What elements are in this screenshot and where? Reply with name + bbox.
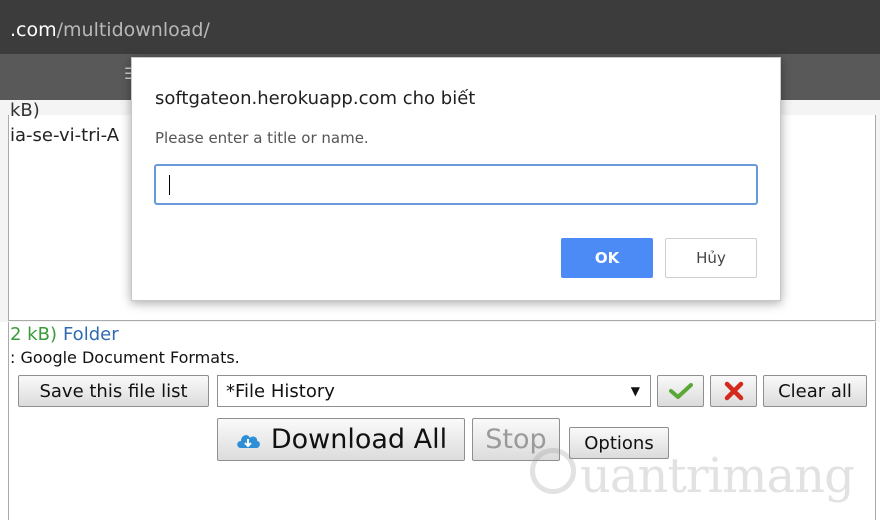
- cancel-button[interactable]: Hủy: [665, 238, 757, 278]
- save-file-list-button[interactable]: Save this file list: [18, 375, 209, 407]
- formats-note: : Google Document Formats.: [10, 348, 240, 367]
- watermark-logo-icon: [530, 448, 576, 494]
- folder-link[interactable]: Folder: [63, 324, 119, 345]
- watermark-text: uantrimang: [580, 448, 855, 504]
- url-path: /multidownload/: [56, 19, 210, 41]
- confirm-button[interactable]: [657, 375, 704, 407]
- dropdown-arrow-icon: ▼: [630, 384, 640, 398]
- ok-button[interactable]: OK: [561, 238, 653, 278]
- file-history-select[interactable]: *File History ▼: [217, 375, 651, 407]
- close-x-icon: [724, 381, 743, 401]
- text-cursor: [169, 175, 170, 195]
- address-bar[interactable]: .com/multidownload/: [0, 0, 880, 54]
- file-size: 2 kB): [10, 324, 57, 345]
- checkmark-icon: [668, 383, 693, 399]
- title-input[interactable]: [154, 164, 758, 205]
- file-info-line: 2 kB) Folder: [10, 324, 119, 345]
- partial-filename: ia-se-vi-tri-A: [10, 125, 120, 146]
- url-text[interactable]: .com/multidownload/: [10, 19, 210, 41]
- download-all-button[interactable]: Download All: [217, 418, 465, 461]
- download-all-label: Download All: [270, 424, 448, 455]
- watermark: uantrimang: [530, 448, 855, 504]
- dialog-message: Please enter a title or name.: [155, 129, 369, 147]
- cloud-download-icon: [237, 434, 260, 448]
- prompt-dialog: softgateon.herokuapp.com cho biết Please…: [131, 57, 781, 301]
- dialog-title: softgateon.herokuapp.com cho biết: [155, 88, 476, 109]
- url-host: .com: [10, 19, 57, 41]
- delete-button[interactable]: [710, 375, 757, 407]
- partial-size-text: kB): [10, 100, 40, 121]
- clear-all-button[interactable]: Clear all: [763, 375, 867, 407]
- file-history-value: *File History: [226, 380, 335, 402]
